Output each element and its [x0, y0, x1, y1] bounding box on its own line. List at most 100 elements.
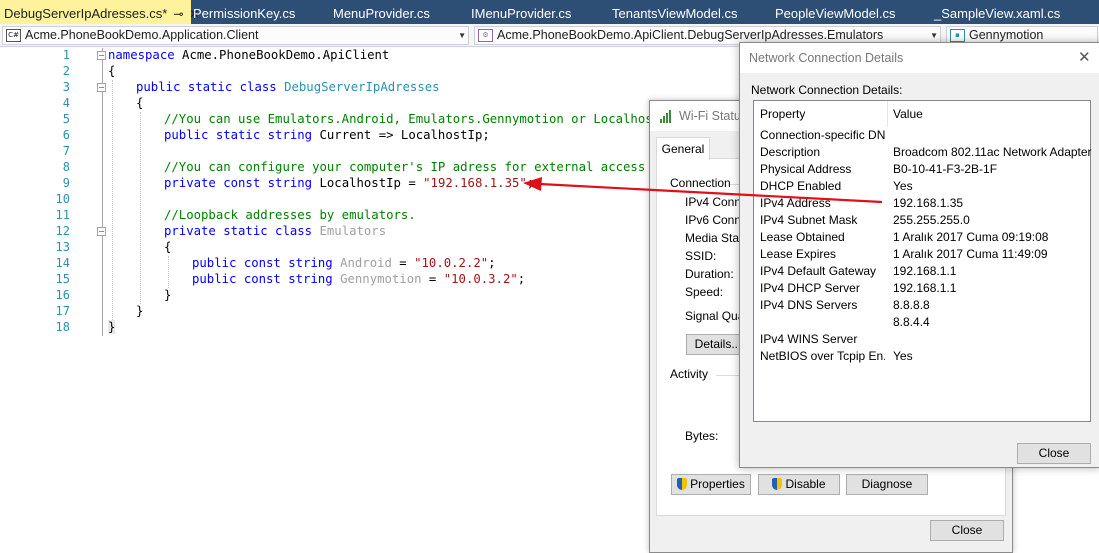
row-property: IPv4 DHCP Server	[760, 281, 860, 295]
code-line-3: public static class DebugServerIpAdresse…	[136, 80, 440, 94]
tab-label: IMenuProvider.cs	[471, 6, 572, 21]
column-separator[interactable]	[887, 101, 888, 127]
fold-collapse-icon[interactable]: −	[97, 83, 106, 92]
tab-label: MenuProvider.cs	[333, 6, 430, 21]
properties-button[interactable]: Properties	[671, 474, 751, 495]
csharp-project-icon: C#	[6, 29, 21, 43]
project-name: Acme.PhoneBookDemo.Application.Client	[25, 28, 259, 42]
fold-collapse-icon[interactable]: −	[97, 51, 106, 60]
code-line-13: {	[164, 240, 172, 254]
code-line-14: public const string Android = "10.0.2.2"…	[192, 256, 496, 270]
code-line-2: {	[108, 64, 116, 78]
line-number: 9	[62, 176, 70, 190]
line-number: 2	[62, 64, 70, 78]
ipv4-address-value: 192.168.1.35	[893, 196, 964, 210]
row-value: 1 Aralık 2017 Cuma 09:19:08	[893, 230, 1049, 244]
ssid-label: SSID:	[685, 249, 717, 263]
code-line-16: }	[164, 288, 172, 302]
tab-label: TenantsViewModel.cs	[612, 6, 738, 21]
code-line-12: private static class Emulators	[164, 224, 387, 238]
row-property: DHCP Enabled	[760, 179, 842, 193]
class-icon: ⚙	[478, 29, 493, 43]
network-connection-details-dialog: Network Connection Details ✕ Network Con…	[739, 42, 1099, 468]
tab-permissionkey[interactable]: PermissionKey.cs	[193, 0, 295, 24]
project-dropdown[interactable]: C# Acme.PhoneBookDemo.Application.Client …	[2, 26, 469, 45]
member-name: Gennymotion	[969, 28, 1044, 42]
row-property: Description	[760, 145, 821, 159]
diagnose-button[interactable]: Diagnose	[846, 474, 928, 495]
close-icon[interactable]: ✕	[1078, 48, 1091, 66]
line-number: 7	[62, 144, 70, 158]
duration-label: Duration:	[685, 267, 734, 281]
pin-icon[interactable]: ⊸	[173, 7, 183, 21]
row-property: IPv4 WINS Server	[760, 332, 858, 346]
tab-sampleview[interactable]: _SampleView.xaml.cs	[934, 0, 1060, 24]
row-value: 192.168.1.1	[893, 264, 957, 278]
details-listview[interactable]: Property Value Connection-specific DN...…	[753, 100, 1092, 422]
line-number: 17	[55, 304, 70, 318]
wifi-signal-icon	[660, 109, 674, 123]
row-value: 1 Aralık 2017 Cuma 11:49:09	[893, 247, 1048, 261]
document-tab-strip: DebugServerIpAdresses.cs* ⊸ ✕ PermissionKe…	[0, 0, 1099, 24]
tab-imenuprovider[interactable]: IMenuProvider.cs	[471, 0, 571, 24]
row-value: 8.8.8.8	[893, 298, 930, 312]
tab-label: DebugServerIpAdresses.cs*	[4, 6, 168, 21]
ncd-titlebar[interactable]: Network Connection Details ✕	[740, 43, 1099, 73]
tab-debugserveripadresses[interactable]: DebugServerIpAdresses.cs* ⊸ ✕	[0, 0, 199, 24]
line-number: 6	[62, 128, 70, 142]
tab-label: _SampleView.xaml.cs	[934, 6, 1061, 21]
row-value: B0-10-41-F3-2B-1F	[893, 162, 998, 176]
row-value: Yes	[893, 179, 913, 193]
fold-collapse-icon[interactable]: −	[97, 227, 106, 236]
tab-label: PeopleViewModel.cs	[775, 6, 896, 21]
wifi-close-button[interactable]: Close	[930, 520, 1004, 541]
row-value: 8.8.4.4	[893, 315, 930, 329]
ncd-title: Network Connection Details	[749, 51, 904, 65]
row-property: IPv4 DNS Servers	[760, 298, 858, 312]
code-line-17: }	[136, 304, 144, 318]
line-number: 11	[55, 208, 70, 222]
tab-tenantsviewmodel[interactable]: TenantsViewModel.cs	[612, 0, 738, 24]
type-name: Acme.PhoneBookDemo.ApiClient.DebugServer…	[497, 28, 884, 42]
row-value: 255.255.255.0	[893, 213, 970, 227]
tab-general[interactable]: General	[656, 137, 710, 160]
row-property: Physical Address	[760, 162, 852, 176]
code-line-1: namespace Acme.PhoneBookDemo.ApiClient	[108, 48, 390, 62]
row-value: Broadcom 802.11ac Network Adapter	[893, 145, 1092, 159]
line-number: 13	[55, 240, 70, 254]
row-property: IPv4 Subnet Mask	[760, 213, 858, 227]
indent-guide	[112, 80, 113, 320]
group-divider	[716, 375, 740, 376]
row-property: IPv4 Address	[760, 196, 831, 210]
tab-label: PermissionKey.cs	[193, 6, 296, 21]
wifi-status-title: Wi-Fi Status	[679, 109, 748, 123]
uac-shield-icon	[677, 478, 688, 490]
line-number: 18	[55, 320, 70, 334]
tab-peopleviewmodel[interactable]: PeopleViewModel.cs	[775, 0, 895, 24]
line-number: 3	[62, 80, 70, 94]
tab-menuprovider[interactable]: MenuProvider.cs	[333, 0, 430, 24]
indent-guide	[168, 256, 169, 288]
column-header-property[interactable]: Property	[754, 101, 893, 127]
connection-label: Connection	[670, 176, 731, 190]
ncd-close-button[interactable]: Close	[1017, 443, 1091, 464]
row-property: Connection-specific DN...	[760, 128, 885, 142]
code-line-15: public const string Gennymotion = "10.0.…	[192, 272, 526, 286]
disable-button-label: Disable	[785, 477, 826, 491]
speed-label: Speed:	[685, 285, 724, 299]
row-value: Yes	[893, 349, 913, 363]
column-header-value[interactable]: Value	[893, 101, 1043, 127]
line-number: 10	[55, 192, 70, 206]
disable-button[interactable]: Disable	[758, 474, 840, 495]
indent-guide	[140, 112, 141, 304]
row-property: IPv4 Default Gateway	[760, 264, 877, 278]
row-property: NetBIOS over Tcpip En...	[760, 349, 885, 363]
line-number: 12	[55, 224, 70, 238]
code-line-4: {	[136, 96, 144, 110]
code-line-6: public static string Current => Localhos…	[164, 128, 490, 142]
activity-label: Activity	[670, 367, 709, 381]
line-number: 1	[62, 48, 70, 62]
line-number: 16	[55, 288, 70, 302]
row-property: Lease Obtained	[760, 230, 845, 244]
line-number: 4	[62, 96, 70, 110]
